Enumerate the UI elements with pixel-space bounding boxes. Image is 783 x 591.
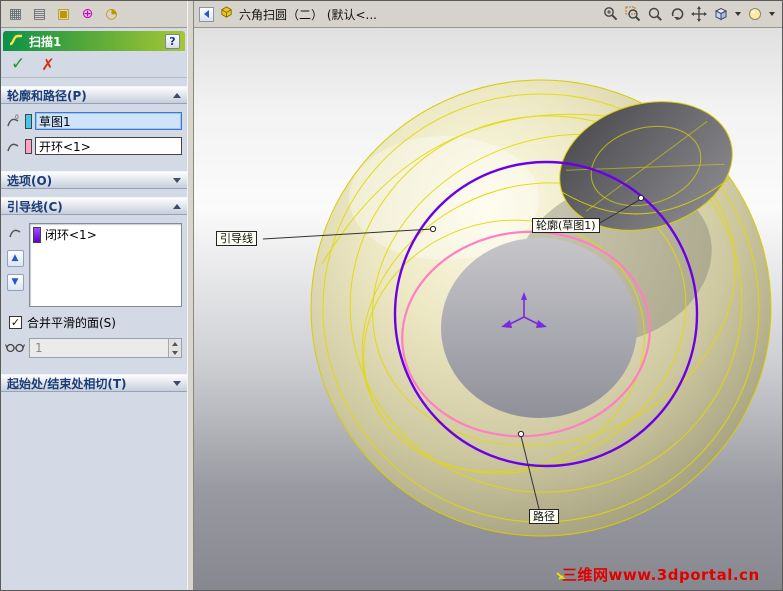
- sweep-icon: [8, 33, 24, 50]
- glasses-icon: [4, 340, 26, 356]
- mass-props-icon[interactable]: ◔: [101, 4, 122, 24]
- section-preview-row: 1: [4, 338, 182, 358]
- move-down-button[interactable]: ▼: [6, 274, 24, 291]
- merge-faces-checkbox[interactable]: ✓: [9, 316, 22, 329]
- panel-title: 扫描1: [29, 34, 62, 49]
- guide-item-label: 闭环<1>: [45, 228, 97, 242]
- ok-button[interactable]: ✓: [11, 54, 25, 74]
- cancel-button[interactable]: ✗: [41, 55, 54, 74]
- profile-input[interactable]: [35, 112, 182, 130]
- display-style-icon[interactable]: [745, 4, 765, 24]
- panel-actions: ✓ ✗: [1, 51, 187, 78]
- guide-selector-icon: [8, 225, 23, 243]
- spinner-down-button[interactable]: [169, 348, 181, 357]
- watermark-text: 三维网www.3dportal.cn: [562, 566, 760, 584]
- group-tangency-header[interactable]: 起始处/结束处相切(T): [1, 374, 187, 392]
- annotations-icon[interactable]: ▤: [29, 4, 50, 24]
- group-profile-path-header[interactable]: 轮廓和路径(P): [1, 86, 187, 104]
- group-label: 轮廓和路径(P): [7, 88, 87, 103]
- group-options-header[interactable]: 选项(O): [1, 171, 187, 189]
- solidworks-window: ▦ ▤ ▣ ⊕ ◔ 扫描1 ? ✓ ✗ 轮廓和路径(P) 0 草图1 开环<1>…: [0, 0, 783, 591]
- left-toolbar: ▦ ▤ ▣ ⊕ ◔: [1, 1, 187, 28]
- center-hole: [441, 238, 637, 418]
- group-label: 起始处/结束处相切(T): [7, 376, 127, 391]
- zoom-area-icon[interactable]: [623, 4, 643, 24]
- group-label: 引导线(C): [7, 199, 63, 214]
- view-orientation-dropdown-icon[interactable]: [735, 12, 741, 16]
- move-rotate-icon[interactable]: ⊕: [77, 4, 98, 24]
- panel-collapse-button[interactable]: [199, 6, 214, 22]
- path-selector-icon: [5, 139, 22, 154]
- path-color-swatch: [25, 138, 32, 154]
- panel-splitter[interactable]: [187, 1, 194, 590]
- panel-header: 扫描1 ?: [3, 31, 185, 51]
- spinner-buttons: [168, 339, 181, 357]
- spinner-up-button[interactable]: [169, 339, 181, 348]
- callout-path[interactable]: 路径: [529, 509, 559, 524]
- document-titlebar: 六角扫圆（二） (默认<...: [194, 1, 782, 28]
- chevron-up-icon: [173, 203, 181, 209]
- property-manager-panel: ▦ ▤ ▣ ⊕ ◔ 扫描1 ? ✓ ✗ 轮廓和路径(P) 0 草图1 开环<1>…: [1, 1, 187, 590]
- display-style-dropdown-icon[interactable]: [769, 12, 775, 16]
- group-profile-path: 轮廓和路径(P) 0: [1, 86, 187, 163]
- part-icon: [219, 5, 234, 23]
- move-up-button[interactable]: ▲: [6, 250, 24, 267]
- profile-selector-icon: 0: [5, 114, 22, 129]
- pan-icon[interactable]: [689, 4, 709, 24]
- view-toolbar: [601, 4, 777, 24]
- help-button[interactable]: ?: [165, 33, 180, 49]
- section-number-field: 1: [29, 338, 182, 358]
- section-number-value: 1: [35, 341, 43, 355]
- document-title: 六角扫圆（二） (默认<...: [239, 7, 377, 22]
- group-tangency: 起始处/结束处相切(T): [1, 374, 187, 392]
- chevron-down-icon: [173, 177, 181, 183]
- group-guide-curves-header[interactable]: 引导线(C): [1, 197, 187, 215]
- group-guide-curves: 引导线(C) ▲ ▼ 闭环<1> ✓ 合并平滑的面(S) 1: [1, 197, 187, 366]
- sweep-property-manager: 扫描1 ? ✓ ✗ 轮廓和路径(P) 0 草图1 开环<1> 选项(O) 引导线…: [1, 28, 187, 590]
- list-item[interactable]: 闭环<1>: [30, 224, 181, 245]
- property-tab-icon[interactable]: ▣: [53, 4, 74, 24]
- rotate-view-icon[interactable]: [667, 4, 687, 24]
- view-orientation-icon[interactable]: [711, 4, 731, 24]
- graphics-area[interactable]: 引导线 轮廓(草图1) 路径 三维网www.3dportal.cn: [194, 28, 782, 590]
- guide-curve-list[interactable]: 闭环<1>: [29, 223, 182, 307]
- profile-row: 0: [5, 112, 182, 130]
- model-scene: [262, 79, 772, 581]
- chevron-up-icon: [173, 92, 181, 98]
- merge-faces-label: 合并平滑的面(S): [27, 316, 116, 330]
- merge-faces-row: ✓ 合并平滑的面(S): [5, 314, 182, 331]
- group-label: 选项(O): [7, 173, 53, 188]
- chevron-down-icon: [173, 380, 181, 386]
- path-input[interactable]: [35, 137, 182, 155]
- group-options: 选项(O): [1, 171, 187, 189]
- callout-profile[interactable]: 轮廓(草图1): [532, 218, 600, 233]
- zoom-in-icon[interactable]: [601, 4, 621, 24]
- sketch-grid-icon[interactable]: ▦: [5, 4, 26, 24]
- path-row: [5, 137, 182, 155]
- callout-guide[interactable]: 引导线: [216, 231, 257, 246]
- profile-color-swatch: [25, 113, 32, 129]
- zoom-fit-icon[interactable]: [645, 4, 665, 24]
- guide-color-swatch: [33, 226, 41, 243]
- svg-text:0: 0: [15, 114, 19, 121]
